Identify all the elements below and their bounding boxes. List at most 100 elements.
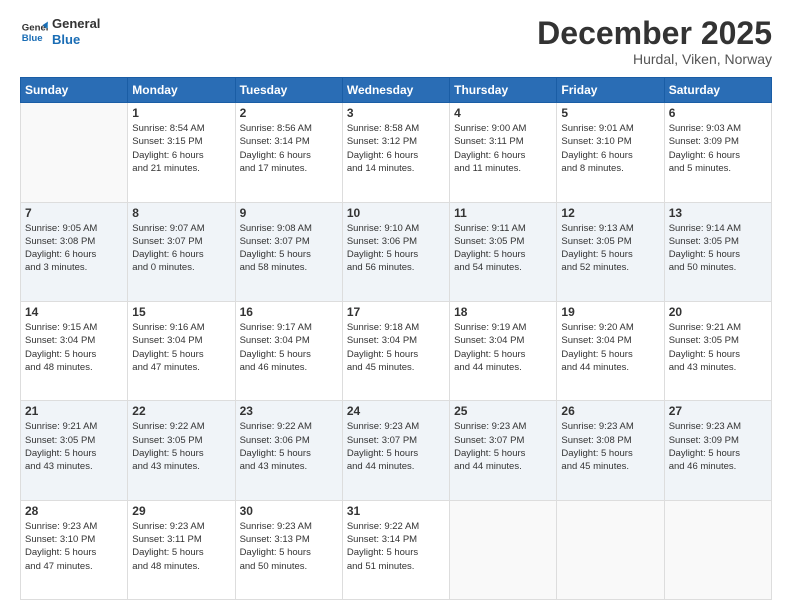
cell-info: Sunrise: 9:13 AM Sunset: 3:05 PM Dayligh… xyxy=(561,222,659,275)
calendar-cell: 16Sunrise: 9:17 AM Sunset: 3:04 PM Dayli… xyxy=(235,301,342,400)
col-wednesday: Wednesday xyxy=(342,78,449,103)
day-number: 28 xyxy=(25,504,123,518)
cell-info: Sunrise: 9:19 AM Sunset: 3:04 PM Dayligh… xyxy=(454,321,552,374)
cell-info: Sunrise: 9:23 AM Sunset: 3:10 PM Dayligh… xyxy=(25,520,123,573)
cell-info: Sunrise: 9:14 AM Sunset: 3:05 PM Dayligh… xyxy=(669,222,767,275)
calendar-cell: 17 Sunrise: 9:18 AM Sunset: 3:04 PM Dayli… xyxy=(342,301,449,400)
cell-info: Sunrise: 9:17 AM Sunset: 3:04 PM Dayligh… xyxy=(240,321,338,374)
day-number: 31 xyxy=(347,504,445,518)
day-number: 30 xyxy=(240,504,338,518)
cell-info: Sunrise: 9:18 AM Sunset: 3:04 PM Dayligh… xyxy=(347,321,445,374)
cell-info: Sunrise: 9:16 AM Sunset: 3:04 PM Dayligh… xyxy=(132,321,230,374)
calendar-cell: 21 Sunrise: 9:21 AM Sunset: 3:05 PM Dayli… xyxy=(21,401,128,500)
day-number: 4 xyxy=(454,106,552,120)
cell-info: Sunrise: 9:21 AM Sunset: 3:05 PM Dayligh… xyxy=(25,420,123,473)
calendar-cell: 5 Sunrise: 9:01 AM Sunset: 3:10 PM Daylig… xyxy=(557,103,664,202)
day-number: 11 xyxy=(454,206,552,220)
day-number: 24 xyxy=(347,404,445,418)
day-number: 10 xyxy=(347,206,445,220)
calendar-header-row: Sunday Monday Tuesday Wednesday Thursday… xyxy=(21,78,772,103)
calendar-cell: 15 Sunrise: 9:16 AM Sunset: 3:04 PM Dayli… xyxy=(128,301,235,400)
calendar-cell: 8Sunrise: 9:07 AM Sunset: 3:07 PM Daylig… xyxy=(128,202,235,301)
logo: General Blue General Blue xyxy=(20,16,100,47)
day-number: 15 xyxy=(132,305,230,319)
calendar-week-5: 28 Sunrise: 9:23 AM Sunset: 3:10 PM Dayli… xyxy=(21,500,772,599)
day-number: 14 xyxy=(25,305,123,319)
cell-info: Sunrise: 9:00 AM Sunset: 3:11 PM Dayligh… xyxy=(454,122,552,175)
svg-text:General: General xyxy=(22,22,48,33)
cell-info: Sunrise: 9:23 AM Sunset: 3:07 PM Dayligh… xyxy=(454,420,552,473)
day-number: 26 xyxy=(561,404,659,418)
calendar-cell: 20Sunrise: 9:21 AM Sunset: 3:05 PM Dayli… xyxy=(664,301,771,400)
cell-info: Sunrise: 8:56 AM Sunset: 3:14 PM Dayligh… xyxy=(240,122,338,175)
day-number: 12 xyxy=(561,206,659,220)
header: General Blue General Blue December 2025 … xyxy=(20,16,772,67)
cell-info: Sunrise: 9:11 AM Sunset: 3:05 PM Dayligh… xyxy=(454,222,552,275)
col-tuesday: Tuesday xyxy=(235,78,342,103)
calendar-cell: 30 Sunrise: 9:23 AM Sunset: 3:13 PM Dayli… xyxy=(235,500,342,599)
calendar-cell xyxy=(557,500,664,599)
calendar-cell: 23 Sunrise: 9:22 AM Sunset: 3:06 PM Dayli… xyxy=(235,401,342,500)
day-number: 5 xyxy=(561,106,659,120)
day-number: 25 xyxy=(454,404,552,418)
cell-info: Sunrise: 9:08 AM Sunset: 3:07 PM Dayligh… xyxy=(240,222,338,275)
day-number: 3 xyxy=(347,106,445,120)
calendar-cell: 1 Sunrise: 8:54 AM Sunset: 3:15 PM Daylig… xyxy=(128,103,235,202)
cell-info: Sunrise: 9:20 AM Sunset: 3:04 PM Dayligh… xyxy=(561,321,659,374)
day-number: 21 xyxy=(25,404,123,418)
cell-info: Sunrise: 8:58 AM Sunset: 3:12 PM Dayligh… xyxy=(347,122,445,175)
calendar-cell xyxy=(21,103,128,202)
cell-info: Sunrise: 9:23 AM Sunset: 3:13 PM Dayligh… xyxy=(240,520,338,573)
col-sunday: Sunday xyxy=(21,78,128,103)
calendar-cell: 12 Sunrise: 9:13 AM Sunset: 3:05 PM Dayli… xyxy=(557,202,664,301)
month-title: December 2025 xyxy=(537,16,772,51)
location: Hurdal, Viken, Norway xyxy=(537,51,772,67)
day-number: 13 xyxy=(669,206,767,220)
col-thursday: Thursday xyxy=(450,78,557,103)
cell-info: Sunrise: 8:54 AM Sunset: 3:15 PM Dayligh… xyxy=(132,122,230,175)
calendar-cell: 26 Sunrise: 9:23 AM Sunset: 3:08 PM Dayli… xyxy=(557,401,664,500)
day-number: 27 xyxy=(669,404,767,418)
logo-line1: General xyxy=(52,16,100,32)
calendar-cell: 28 Sunrise: 9:23 AM Sunset: 3:10 PM Dayli… xyxy=(21,500,128,599)
calendar-cell: 13 Sunrise: 9:14 AM Sunset: 3:05 PM Dayli… xyxy=(664,202,771,301)
calendar-cell xyxy=(450,500,557,599)
cell-info: Sunrise: 9:23 AM Sunset: 3:07 PM Dayligh… xyxy=(347,420,445,473)
logo-icon: General Blue xyxy=(20,18,48,46)
day-number: 22 xyxy=(132,404,230,418)
day-number: 9 xyxy=(240,206,338,220)
calendar-cell xyxy=(664,500,771,599)
calendar: Sunday Monday Tuesday Wednesday Thursday… xyxy=(20,77,772,600)
calendar-cell: 19Sunrise: 9:20 AM Sunset: 3:04 PM Dayli… xyxy=(557,301,664,400)
cell-info: Sunrise: 9:03 AM Sunset: 3:09 PM Dayligh… xyxy=(669,122,767,175)
calendar-week-1: 1 Sunrise: 8:54 AM Sunset: 3:15 PM Daylig… xyxy=(21,103,772,202)
cell-info: Sunrise: 9:22 AM Sunset: 3:05 PM Dayligh… xyxy=(132,420,230,473)
day-number: 1 xyxy=(132,106,230,120)
calendar-cell: 24 Sunrise: 9:23 AM Sunset: 3:07 PM Dayli… xyxy=(342,401,449,500)
day-number: 17 xyxy=(347,305,445,319)
calendar-cell: 25 Sunrise: 9:23 AM Sunset: 3:07 PM Dayli… xyxy=(450,401,557,500)
cell-info: Sunrise: 9:07 AM Sunset: 3:07 PM Dayligh… xyxy=(132,222,230,275)
cell-info: Sunrise: 9:10 AM Sunset: 3:06 PM Dayligh… xyxy=(347,222,445,275)
cell-info: Sunrise: 9:23 AM Sunset: 3:08 PM Dayligh… xyxy=(561,420,659,473)
calendar-cell: 22 Sunrise: 9:22 AM Sunset: 3:05 PM Dayli… xyxy=(128,401,235,500)
calendar-cell: 14 Sunrise: 9:15 AM Sunset: 3:04 PM Dayli… xyxy=(21,301,128,400)
col-monday: Monday xyxy=(128,78,235,103)
calendar-cell: 10 Sunrise: 9:10 AM Sunset: 3:06 PM Dayli… xyxy=(342,202,449,301)
day-number: 18 xyxy=(454,305,552,319)
calendar-cell: 31 Sunrise: 9:22 AM Sunset: 3:14 PM Dayli… xyxy=(342,500,449,599)
title-block: December 2025 Hurdal, Viken, Norway xyxy=(537,16,772,67)
col-saturday: Saturday xyxy=(664,78,771,103)
cell-info: Sunrise: 9:22 AM Sunset: 3:06 PM Dayligh… xyxy=(240,420,338,473)
calendar-cell: 4 Sunrise: 9:00 AM Sunset: 3:11 PM Daylig… xyxy=(450,103,557,202)
cell-info: Sunrise: 9:23 AM Sunset: 3:09 PM Dayligh… xyxy=(669,420,767,473)
cell-info: Sunrise: 9:01 AM Sunset: 3:10 PM Dayligh… xyxy=(561,122,659,175)
day-number: 2 xyxy=(240,106,338,120)
cell-info: Sunrise: 9:15 AM Sunset: 3:04 PM Dayligh… xyxy=(25,321,123,374)
cell-info: Sunrise: 9:22 AM Sunset: 3:14 PM Dayligh… xyxy=(347,520,445,573)
calendar-cell: 11 Sunrise: 9:11 AM Sunset: 3:05 PM Dayli… xyxy=(450,202,557,301)
cell-info: Sunrise: 9:05 AM Sunset: 3:08 PM Dayligh… xyxy=(25,222,123,275)
day-number: 23 xyxy=(240,404,338,418)
calendar-week-2: 7Sunrise: 9:05 AM Sunset: 3:08 PM Daylig… xyxy=(21,202,772,301)
calendar-cell: 2 Sunrise: 8:56 AM Sunset: 3:14 PM Daylig… xyxy=(235,103,342,202)
